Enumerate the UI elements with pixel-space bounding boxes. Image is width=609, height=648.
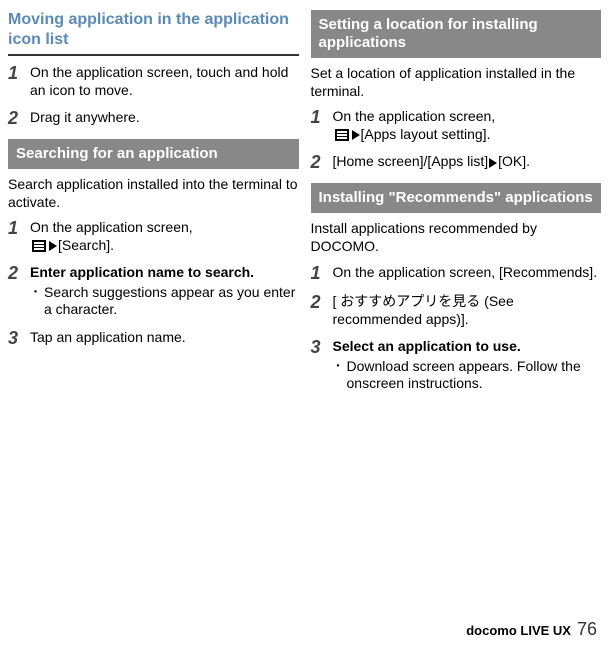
step: 1 On the application screen, touch and h… <box>8 64 299 99</box>
step-post: [OK]. <box>498 153 530 169</box>
step-number: 2 <box>311 153 333 173</box>
step-text: Drag it anywhere. <box>30 109 299 127</box>
bullet-dot: ･ <box>335 358 347 393</box>
step-text: Tap an application name. <box>30 329 299 347</box>
step-pre: On the application screen, <box>30 219 193 235</box>
step-number: 1 <box>311 108 333 128</box>
left-column: Moving application in the application ic… <box>8 10 299 403</box>
step-text: On the application screen, [Apps layout … <box>333 108 602 143</box>
step-bold: Enter application name to search. <box>30 264 299 282</box>
step-number: 3 <box>311 338 333 358</box>
bullet-dot: ･ <box>32 284 44 319</box>
step-text: On the application screen, [Search]. <box>30 219 299 254</box>
intro-text: Search application installed into the te… <box>8 175 299 211</box>
step: 1 On the application screen, [Apps layou… <box>311 108 602 143</box>
step-number: 1 <box>311 264 333 284</box>
step-pre: [Home screen]/[Apps list] <box>333 153 489 169</box>
step-number: 2 <box>311 293 333 313</box>
step: 1 On the application screen, [Recommends… <box>311 264 602 284</box>
intro-text: Install applications recommended by DOCO… <box>311 219 602 255</box>
step: 2 [Home screen]/[Apps list] [OK]. <box>311 153 602 173</box>
menu-icon <box>32 240 46 252</box>
footer-label: docomo LIVE UX <box>466 623 571 638</box>
menu-icon <box>335 129 349 141</box>
step-number: 3 <box>8 329 30 349</box>
step-text: [ おすすめアプリを見る (See recommended apps)]. <box>333 293 602 328</box>
step: 1 On the application screen, [Search]. <box>8 219 299 254</box>
step: 3 Tap an application name. <box>8 329 299 349</box>
intro-text: Set a location of application installed … <box>311 64 602 100</box>
step-post: [Search]. <box>58 237 114 253</box>
step-number: 1 <box>8 64 30 84</box>
step-text: On the application screen, touch and hol… <box>30 64 299 99</box>
step-post: [Apps layout setting]. <box>361 126 491 142</box>
step-text: Select an application to use. ･ Download… <box>333 338 602 393</box>
step: 2 Enter application name to search. ･ Se… <box>8 264 299 319</box>
section-bar-location: Setting a location for installing applic… <box>311 10 602 58</box>
step-number: 1 <box>8 219 30 239</box>
step-text: On the application screen, [Recommends]. <box>333 264 602 282</box>
step-text: Enter application name to search. ･ Sear… <box>30 264 299 319</box>
section-bar-recommends: Installing "Recommends" applications <box>311 183 602 213</box>
right-column: Setting a location for installing applic… <box>311 10 602 403</box>
page-footer: docomo LIVE UX 76 <box>466 619 597 640</box>
triangle-icon <box>49 241 57 251</box>
section-bar-searching: Searching for an application <box>8 139 299 169</box>
step: 2 Drag it anywhere. <box>8 109 299 129</box>
page-number: 76 <box>577 619 597 640</box>
step: 2 [ おすすめアプリを見る (See recommended apps)]. <box>311 293 602 328</box>
section-title-moving: Moving application in the application ic… <box>8 10 299 56</box>
triangle-icon <box>489 158 497 168</box>
step-bullet: ･ Search suggestions appear as you enter… <box>30 284 299 319</box>
step-bullet: ･ Download screen appears. Follow the on… <box>333 358 602 393</box>
step-text: [Home screen]/[Apps list] [OK]. <box>333 153 602 171</box>
step: 3 Select an application to use. ･ Downlo… <box>311 338 602 393</box>
step-number: 2 <box>8 264 30 284</box>
bullet-text: Search suggestions appear as you enter a… <box>44 284 299 319</box>
step-pre: On the application screen, <box>333 108 496 124</box>
triangle-icon <box>352 130 360 140</box>
bullet-text: Download screen appears. Follow the onsc… <box>347 358 602 393</box>
step-number: 2 <box>8 109 30 129</box>
step-bold: Select an application to use. <box>333 338 602 356</box>
